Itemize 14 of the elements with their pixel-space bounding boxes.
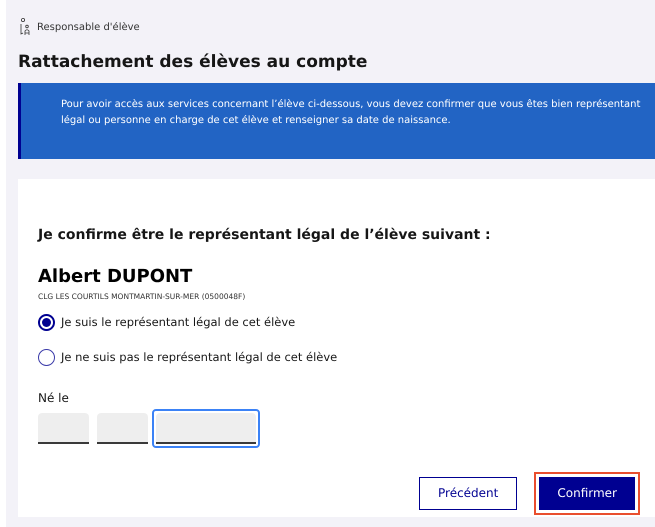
- breadcrumb-label: Responsable d'élève: [37, 20, 140, 34]
- birth-date-label: Né le: [38, 390, 70, 406]
- form-heading: Je confirme être le représentant légal de l’élève suivant :: [38, 226, 492, 246]
- back-button[interactable]: Précédent: [419, 476, 518, 510]
- page-title: Rattachement des élèves au compte: [18, 52, 368, 74]
- confirm-button[interactable]: Confirmer: [539, 476, 635, 510]
- notice-text: Pour avoir accès aux services concernant l’élève ci-dessous, vous devez confirmer que vous êtes bien représentant légal ou personne en charge de cet élève et renseigner sa date de naissance.: [61, 98, 642, 128]
- radio-label[interactable]: Je suis le représentant légal de cet élève: [61, 314, 296, 332]
- radio-button[interactable]: [38, 349, 55, 366]
- radio-button[interactable]: [38, 314, 55, 332]
- radio-label[interactable]: Je ne suis pas le représentant légal de cet élève: [61, 349, 338, 366]
- student-name: Albert DUPONT: [38, 266, 194, 289]
- date-input[interactable]: [152, 408, 260, 448]
- person-icon: [20, 18, 31, 36]
